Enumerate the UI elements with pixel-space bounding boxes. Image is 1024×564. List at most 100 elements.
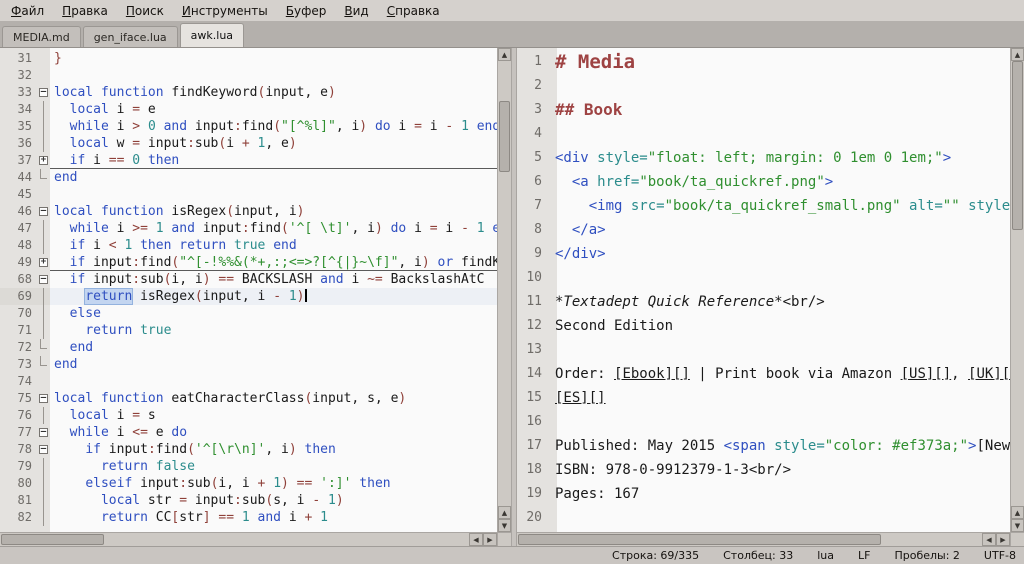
line-number[interactable]: 31 [0,50,37,67]
scroll-up-button[interactable]: ▲ [498,48,511,61]
code-text[interactable]: *Textadept Quick Reference*<br/> [551,290,1010,314]
left-editor[interactable]: 31}3233–local function findKeyword(input… [0,48,497,532]
fold-expand-icon[interactable]: + [39,258,48,267]
menu-item[interactable]: Инструменты [175,2,275,20]
line-number[interactable]: 9 [517,242,551,266]
code-text[interactable]: while i <= e do [50,424,497,441]
code-text[interactable]: Pages: 167 [551,482,1010,506]
line-number[interactable]: 13 [517,338,551,362]
line-number[interactable]: 46 [0,203,37,220]
scroll-trough[interactable] [498,61,511,506]
line-number[interactable]: 34 [0,101,37,118]
code-text[interactable] [50,373,497,390]
fold-collapse-icon[interactable]: – [39,428,48,437]
code-text[interactable]: local function eatCharacterClass(input, … [50,390,497,407]
code-text[interactable]: Order: [Ebook][] | Print book via Amazon… [551,362,1010,386]
scroll-left-button[interactable]: ◀ [469,533,483,546]
code-text[interactable]: else [50,305,497,322]
right-editor[interactable]: 1# Media23## Book45<div style="float: le… [517,48,1010,532]
code-text[interactable]: # Media [551,50,1010,74]
scroll-trough[interactable] [0,533,469,546]
code-text[interactable]: end [50,339,497,356]
scroll-thumb[interactable] [1,534,104,545]
code-text[interactable]: <a href="book/ta_quickref.png"> [551,170,1010,194]
code-text[interactable]: local i = e [50,101,497,118]
scroll-thumb[interactable] [1012,61,1023,230]
menu-item[interactable]: Правка [55,2,115,20]
scroll-up-button[interactable]: ▲ [1011,48,1024,61]
code-text[interactable]: if input:sub(i, i) == BACKSLASH and i ~=… [50,271,497,288]
code-text[interactable] [50,186,497,203]
line-number[interactable]: 14 [517,362,551,386]
fold-collapse-icon[interactable]: – [39,275,48,284]
code-text[interactable]: } [50,50,497,67]
code-text[interactable]: Published: May 2015 <span style="color: … [551,434,1010,458]
line-number[interactable]: 69 [0,288,37,305]
line-number[interactable]: 1 [517,50,551,74]
line-number[interactable]: 75 [0,390,37,407]
line-number[interactable]: 12 [517,314,551,338]
code-text[interactable]: end [50,356,497,373]
code-text[interactable] [551,410,1010,434]
line-number[interactable]: 45 [0,186,37,203]
fold-collapse-icon[interactable]: – [39,445,48,454]
code-text[interactable]: local i = s [50,407,497,424]
right-vertical-scrollbar[interactable]: ▲ ▲ ▼ [1010,48,1024,532]
line-number[interactable]: 3 [517,98,551,122]
code-text[interactable] [551,122,1010,146]
line-number[interactable]: 78 [0,441,37,458]
line-number[interactable]: 17 [517,434,551,458]
menu-item[interactable]: Буфер [279,2,334,20]
line-number[interactable]: 80 [0,475,37,492]
line-number[interactable]: 20 [517,506,551,530]
fold-expand-icon[interactable]: + [39,156,48,165]
scroll-trough[interactable] [1011,61,1024,506]
code-text[interactable]: local w = input:sub(i + 1, e) [50,135,497,152]
code-text[interactable]: while i >= 1 and input:find('^[ \t]', i)… [50,220,497,237]
line-number[interactable]: 6 [517,170,551,194]
code-text[interactable]: local function isRegex(input, i) [50,203,497,220]
line-number[interactable]: 72 [0,339,37,356]
code-text[interactable]: end [50,169,497,186]
line-number[interactable]: 11 [517,290,551,314]
line-number[interactable]: 18 [517,458,551,482]
code-text[interactable]: return true [50,322,497,339]
code-text[interactable]: [ES][] [551,386,1010,410]
line-number[interactable]: 76 [0,407,37,424]
line-number[interactable]: 70 [0,305,37,322]
code-text[interactable]: local function findKeyword(input, e) [50,84,497,101]
line-number[interactable]: 10 [517,266,551,290]
left-horizontal-scrollbar[interactable]: ◀ ▶ [0,532,511,546]
line-number[interactable]: 49 [0,254,37,271]
code-text[interactable]: if i < 1 then return true end [50,237,497,254]
scroll-up-button[interactable]: ▲ [1011,506,1024,519]
code-text[interactable]: local str = input:sub(s, i - 1) [50,492,497,509]
tab-awk.lua[interactable]: awk.lua [180,23,244,47]
scroll-right-button[interactable]: ▶ [996,533,1010,546]
line-number[interactable]: 48 [0,237,37,254]
line-number[interactable]: 19 [517,482,551,506]
code-text[interactable] [551,338,1010,362]
code-text[interactable]: if i == 0 then [50,152,497,169]
line-number[interactable]: 7 [517,194,551,218]
line-number[interactable]: 79 [0,458,37,475]
code-text[interactable]: elseif input:sub(i, i + 1) == ':]' then [50,475,497,492]
line-number[interactable]: 35 [0,118,37,135]
fold-collapse-icon[interactable]: – [39,394,48,403]
scroll-trough[interactable] [517,533,982,546]
line-number[interactable]: 73 [0,356,37,373]
line-number[interactable]: 47 [0,220,37,237]
code-text[interactable]: if input:find('^[\r\n]', i) then [50,441,497,458]
code-text[interactable]: Second Edition [551,314,1010,338]
line-number[interactable]: 44 [0,169,37,186]
scroll-up-button[interactable]: ▲ [498,506,511,519]
fold-collapse-icon[interactable]: – [39,88,48,97]
code-text[interactable]: <img src="book/ta_quickref_small.png" al… [551,194,1010,218]
code-text[interactable]: return CC[str] == 1 and i + 1 [50,509,497,526]
code-text[interactable]: <div style="float: left; margin: 0 1em 0… [551,146,1010,170]
menu-item[interactable]: Файл [4,2,51,20]
code-text[interactable] [50,67,497,84]
line-number[interactable]: 68 [0,271,37,288]
line-number[interactable]: 81 [0,492,37,509]
menu-item[interactable]: Вид [337,2,375,20]
